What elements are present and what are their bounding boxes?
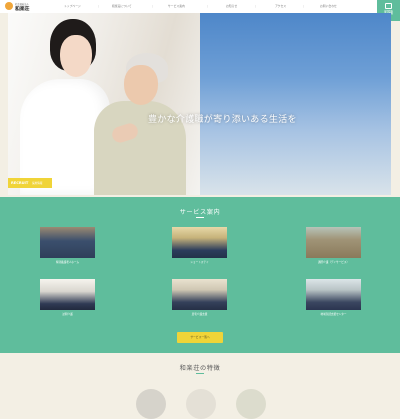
heading-underline [196, 217, 204, 218]
logo-mark-icon [5, 2, 13, 10]
service-card[interactable]: 通所介護（デイサービス） [306, 227, 361, 264]
logo-subtitle: WARAKUSOU [15, 9, 27, 12]
service-card[interactable]: 地域包括支援センター [306, 279, 361, 316]
nav-item-news[interactable]: お知らせ [226, 4, 237, 8]
nav-item-access[interactable]: アクセス [275, 4, 286, 8]
service-photo-staff-group [40, 227, 95, 258]
service-card-label: 地域包括支援センター [320, 312, 347, 316]
recruit-badge-button[interactable]: RECRUIT 採用情報 [8, 178, 52, 188]
service-card-label: ショートステイ [190, 260, 209, 264]
hero-banner: 豊かな介護職が寄り添いある生活を [8, 13, 391, 195]
services-more-button[interactable]: サービス一覧へ [177, 332, 223, 343]
service-photo-staff-group [172, 227, 227, 258]
hero-catchphrase: 豊かな介護職が寄り添いある生活を [148, 115, 297, 125]
feature-image [136, 389, 166, 419]
nav-item-top[interactable]: トップページ [64, 4, 81, 8]
site-logo[interactable]: 社会福祉法人 和楽荘 WARAKUSOU [5, 2, 47, 12]
caregiver-face [60, 35, 92, 77]
hero-caregiver-photo [8, 13, 200, 195]
nav-separator: | [152, 4, 153, 8]
nav-item-about[interactable]: 和楽荘について [112, 4, 132, 8]
nav-separator: | [98, 4, 99, 8]
feature-image [186, 389, 216, 419]
recruit-badge-label: RECRUIT [11, 180, 29, 185]
service-card[interactable]: 居宅介護支援 [172, 279, 227, 316]
heading-underline [196, 373, 204, 374]
hero-building-photo [200, 13, 391, 195]
nav-item-contact[interactable]: お問い合わせ [320, 4, 337, 8]
elder-face [124, 65, 158, 105]
nav-separator: | [207, 4, 208, 8]
nav-separator: | [255, 4, 256, 8]
service-photo-home-visit [40, 279, 95, 310]
service-photo-community-center [306, 279, 361, 310]
service-card[interactable]: 特別養護老人ホーム [40, 227, 95, 264]
service-card-label: 通所介護（デイサービス） [317, 260, 350, 264]
feature-image [236, 389, 266, 419]
services-more-label: サービス一覧へ [190, 335, 210, 339]
service-card-label: 特別養護老人ホーム [55, 260, 80, 264]
service-photo-care-support [172, 279, 227, 310]
features-heading: 和楽荘の特徴 [179, 365, 221, 372]
service-card[interactable]: ショートステイ [172, 227, 227, 264]
mail-icon [385, 3, 392, 9]
service-card-label: 居宅介護支援 [191, 312, 208, 316]
service-card-label: 訪問介護 [62, 312, 73, 316]
site-header: 社会福祉法人 和楽荘 WARAKUSOU トップページ | 和楽荘について | … [0, 0, 400, 21]
services-section: サービス案内 [0, 197, 400, 353]
service-photo-day-service [306, 227, 361, 258]
service-card[interactable]: 訪問介護 [40, 279, 95, 316]
recruit-badge-sublabel: 採用情報 [32, 182, 43, 186]
services-heading: サービス案内 [179, 209, 221, 216]
nav-item-services[interactable]: サービス案内 [168, 4, 185, 8]
nav-separator: | [303, 4, 304, 8]
